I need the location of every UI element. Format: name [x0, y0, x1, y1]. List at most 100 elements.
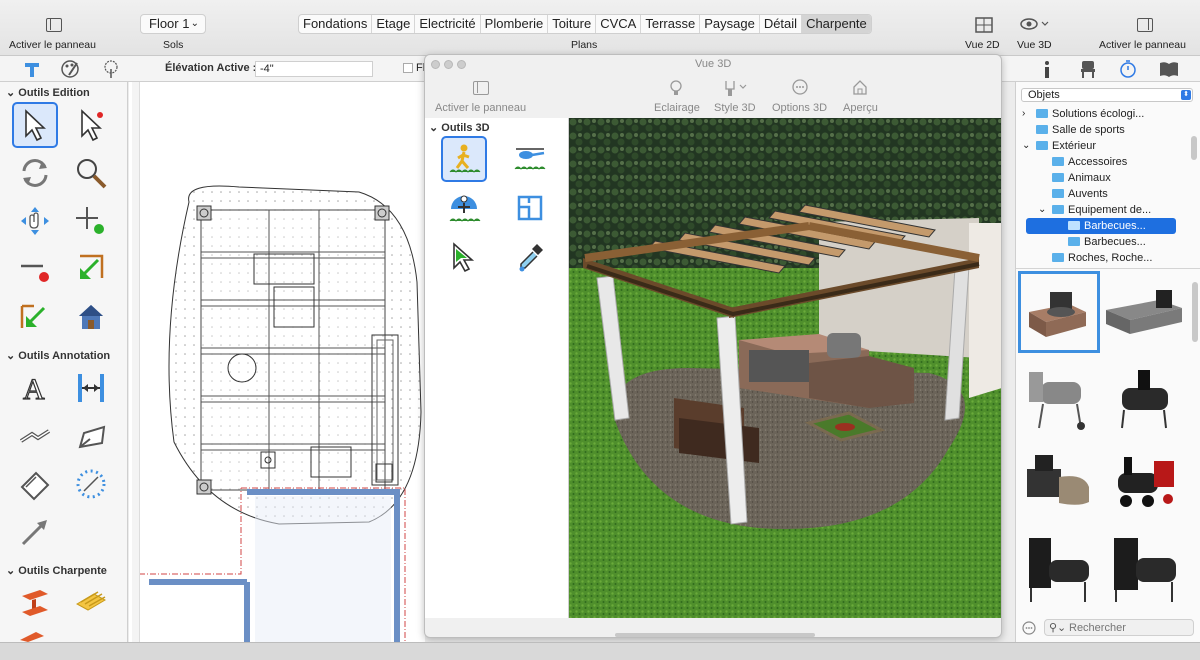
framing-tool-icon[interactable]	[22, 59, 42, 82]
arrow-tool[interactable]	[12, 509, 58, 555]
view-2d-icon[interactable]	[975, 17, 993, 36]
tab-electricite[interactable]: Electricité	[415, 15, 481, 33]
add-point-tool[interactable]	[68, 198, 114, 244]
style-3d-label[interactable]: Style 3D	[714, 102, 756, 114]
ellipsis-circle-icon[interactable]	[1022, 621, 1036, 638]
pan-tool[interactable]	[12, 198, 58, 244]
floor-joist-tool[interactable]	[68, 580, 114, 626]
tab-toiture[interactable]: Toiture	[548, 15, 597, 33]
tree-item[interactable]: Animaux	[1016, 170, 1186, 186]
view-2d-label[interactable]: Vue 2D	[965, 39, 1000, 51]
orbit-tool[interactable]	[441, 185, 487, 231]
select-tool[interactable]	[12, 102, 58, 148]
eyedropper-tool[interactable]	[507, 234, 553, 280]
select-object-tool[interactable]	[68, 102, 114, 148]
minimize-window-icon[interactable]	[444, 60, 453, 69]
elevation-input[interactable]: -4"	[255, 61, 373, 77]
tree-item[interactable]: Barbecues...	[1026, 218, 1176, 234]
right-panel-toggle-label[interactable]: Activer le panneau	[1099, 39, 1186, 51]
home-icon[interactable]	[852, 79, 868, 98]
plan-vertical-scrollbar[interactable]	[132, 82, 140, 642]
tab-cvca[interactable]: CVCA	[596, 15, 642, 33]
library-category-select[interactable]: Objets ⬍	[1021, 88, 1193, 102]
library-object-cabinet-smoker-1[interactable]	[1018, 526, 1100, 608]
lightbulb-icon[interactable]	[669, 79, 683, 100]
eye-icon[interactable]	[1020, 17, 1050, 34]
tree-item[interactable]: Auvents	[1016, 186, 1186, 202]
annotation-tools-header[interactable]: ⌄ Outils Annotation	[6, 349, 110, 362]
walkthrough-tool[interactable]	[441, 136, 487, 182]
paint-brush-icon[interactable]	[723, 79, 749, 100]
tab-etage[interactable]: Etage	[372, 15, 416, 33]
tree-item[interactable]: Barbecues...	[1016, 234, 1186, 250]
join-tool[interactable]	[68, 246, 114, 292]
camera-position-tool[interactable]	[507, 185, 553, 231]
floor-selector[interactable]: Floor 1 ⌄	[140, 14, 206, 34]
chevron-right-icon[interactable]: ›	[1022, 106, 1025, 122]
tree-scrollbar[interactable]	[1191, 106, 1197, 266]
edit-tools-header[interactable]: ⌄ Outils Edition	[6, 86, 90, 99]
remove-point-tool[interactable]	[12, 246, 58, 292]
rotate-dimension-tool[interactable]	[12, 461, 58, 507]
tab-detail[interactable]: Détail	[760, 15, 803, 33]
circle-dimension-tool[interactable]	[68, 461, 114, 507]
lighting-label[interactable]: Eclairage	[654, 102, 700, 114]
floor-checkbox[interactable]	[403, 63, 413, 73]
tree-item[interactable]: ⌄ Equipement de...	[1016, 202, 1186, 218]
break-tool[interactable]	[12, 294, 58, 340]
rotate-tool[interactable]	[12, 150, 58, 196]
sidebar-right-toggle-icon[interactable]	[1137, 18, 1153, 32]
3d-render-viewport[interactable]	[569, 118, 1001, 618]
window-resize-handle[interactable]	[615, 633, 815, 637]
options-3d-label[interactable]: Options 3D	[772, 102, 827, 114]
text-tool[interactable]: A	[12, 365, 58, 411]
tree-item[interactable]: Salle de sports	[1016, 122, 1186, 138]
zoom-tool[interactable]	[68, 150, 114, 196]
tree-item[interactable]: › Solutions écologi...	[1016, 106, 1186, 122]
book-icon[interactable]	[1158, 59, 1180, 82]
close-window-icon[interactable]	[431, 60, 440, 69]
search-input[interactable]	[1069, 621, 1189, 634]
tree-icon[interactable]	[101, 59, 121, 82]
chevron-down-icon[interactable]: ⌄	[1022, 138, 1030, 154]
tree-item[interactable]: Roches, Roche...	[1016, 250, 1186, 266]
clock-icon[interactable]	[1118, 59, 1138, 82]
dimension-tool[interactable]	[68, 365, 114, 411]
plan-view-canvas[interactable]	[129, 82, 425, 642]
library-object-train-smoker[interactable]	[1103, 441, 1185, 523]
aerial-view-tool[interactable]	[507, 136, 553, 182]
panel-toggle-label[interactable]: Activer le panneau	[435, 102, 526, 114]
left-panel-toggle-label[interactable]: Activer le panneau	[9, 39, 96, 51]
library-object-barbecue-2[interactable]	[1103, 271, 1185, 353]
tree-item[interactable]: ⌄ Extérieur	[1016, 138, 1186, 154]
tab-fondations[interactable]: Fondations	[299, 15, 373, 33]
library-object-cabinet-smoker-2[interactable]	[1103, 526, 1185, 608]
zoom-window-icon[interactable]	[457, 60, 466, 69]
callout-tool[interactable]	[68, 413, 114, 459]
house-tool[interactable]	[68, 294, 114, 340]
library-object-smoker-1[interactable]	[1018, 356, 1100, 438]
ellipsis-circle-icon[interactable]	[792, 79, 808, 98]
tab-plomberie[interactable]: Plomberie	[481, 15, 549, 33]
library-object-barbecue-island[interactable]	[1018, 441, 1100, 523]
chevron-down-icon[interactable]: ⌄	[1038, 202, 1046, 218]
select-3d-tool[interactable]	[441, 234, 487, 280]
chair-icon[interactable]	[1078, 59, 1098, 82]
tree-item[interactable]: Accessoires	[1016, 154, 1186, 170]
library-object-barbecue-1[interactable]	[1018, 271, 1100, 353]
thumbnail-scrollbar[interactable]	[1192, 282, 1198, 342]
3d-tools-header[interactable]: ⌄ Outils 3D	[429, 121, 490, 134]
line-tool[interactable]	[12, 413, 58, 459]
framing-tools-header[interactable]: ⌄ Outils Charpente	[6, 564, 107, 577]
preview-label[interactable]: Aperçu	[843, 102, 878, 114]
library-object-smoker-2[interactable]	[1103, 356, 1185, 438]
beam-tool[interactable]	[12, 580, 58, 626]
palette-icon[interactable]	[60, 59, 80, 82]
panel-toggle-icon[interactable]	[473, 81, 489, 95]
tab-charpente[interactable]: Charpente	[802, 15, 871, 33]
info-icon[interactable]	[1040, 59, 1054, 82]
tab-terrasse[interactable]: Terrasse	[641, 15, 701, 33]
tab-paysage[interactable]: Paysage	[700, 15, 760, 33]
library-search-field[interactable]: ⚲⌄	[1044, 619, 1194, 636]
sidebar-toggle-icon[interactable]	[46, 18, 62, 32]
